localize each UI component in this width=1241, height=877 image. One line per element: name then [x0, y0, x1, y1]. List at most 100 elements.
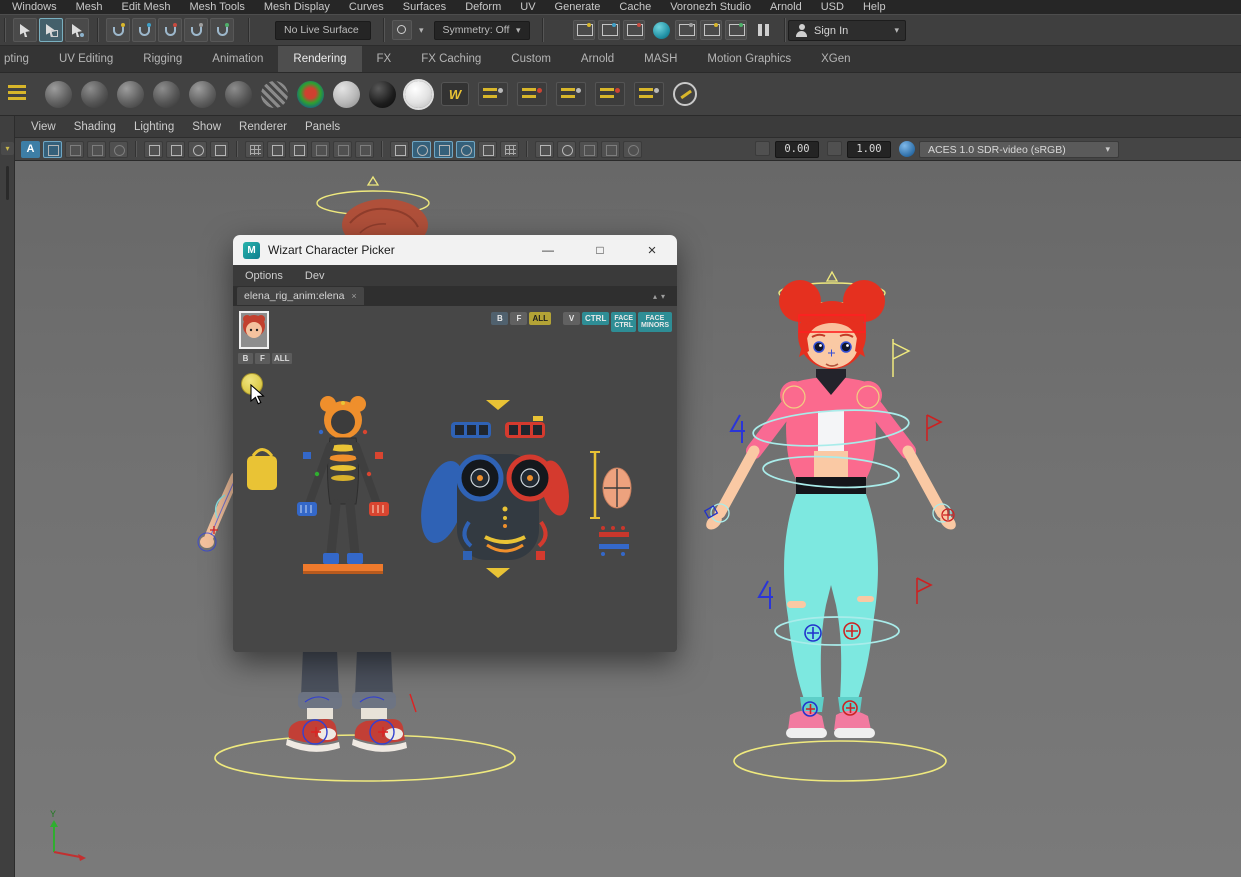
hypershade-icon[interactable] [700, 20, 722, 40]
menubar-item-curves[interactable]: Curves [349, 1, 384, 13]
film-gate-icon[interactable] [267, 141, 286, 158]
field-chart-icon[interactable] [333, 141, 352, 158]
picker-menu-dev[interactable]: Dev [305, 270, 325, 282]
construction-history-icon[interactable] [392, 20, 412, 40]
picker-titlebar[interactable]: M Wizart Character Picker — □ × [233, 235, 677, 265]
menubar-item-uv[interactable]: UV [520, 1, 535, 13]
left-scrollbar[interactable] [6, 166, 9, 200]
light-editor-icon[interactable] [725, 20, 747, 40]
menubar-item-mesh-display[interactable]: Mesh Display [264, 1, 330, 13]
collapse-arrow-icon[interactable]: ▾ [1, 142, 14, 155]
hatch-shader-sphere-icon[interactable] [261, 81, 288, 108]
render-settings-icon[interactable] [675, 20, 697, 40]
gate-mask-icon[interactable] [311, 141, 330, 158]
light-gray-sphere-icon[interactable] [333, 81, 360, 108]
menuset-tab-rendering[interactable]: Rendering [278, 46, 361, 72]
select-camera-icon[interactable] [65, 141, 84, 158]
isolate-select-icon[interactable] [535, 141, 554, 158]
lips-picker[interactable] [590, 452, 631, 556]
colorspace-dropdown-icon[interactable]: ▾ [1105, 144, 1110, 155]
snap-to-grid-icon[interactable] [106, 18, 130, 42]
menubar-item-mesh[interactable]: Mesh [76, 1, 103, 13]
use-all-lights-icon[interactable] [456, 141, 475, 158]
panel-menu-shading[interactable]: Shading [74, 121, 116, 133]
snap-to-plane-icon[interactable] [184, 18, 208, 42]
sign-in-dropdown-icon[interactable]: ▾ [894, 25, 899, 36]
tab-scroll-icons[interactable]: ▴▾ [653, 292, 669, 301]
material-sphere-icon[interactable] [189, 81, 216, 108]
menuset-tab-mash[interactable]: MASH [629, 46, 692, 72]
toon-outline-sphere-icon[interactable] [405, 81, 432, 108]
black-sphere-icon[interactable] [369, 81, 396, 108]
pencil-edit-icon[interactable] [210, 141, 229, 158]
wizart-character-picker-window[interactable]: M Wizart Character Picker — □ × Options … [233, 235, 677, 652]
menubar-item-generate[interactable]: Generate [555, 1, 601, 13]
snap-to-point-icon[interactable] [158, 18, 182, 42]
gamma-icon[interactable] [827, 141, 842, 156]
symmetry-field[interactable]: Symmetry: Off ▾ [434, 21, 530, 40]
menubar-item-cache[interactable]: Cache [619, 1, 651, 13]
menubar-item-windows[interactable]: Windows [12, 1, 57, 13]
picker-tab-elena[interactable]: elena_rig_anim:elena × [237, 287, 364, 305]
menuset-tab-uv-editing[interactable]: UV Editing [44, 46, 128, 72]
color-management-icon[interactable] [899, 141, 915, 157]
menuset-tab-fx[interactable]: FX [362, 46, 407, 72]
buffer-curve-icon[interactable] [634, 82, 664, 106]
grease-pencil-icon[interactable] [188, 141, 207, 158]
snap-to-curve-icon[interactable] [132, 18, 156, 42]
wireframe-mode-icon[interactable] [390, 141, 409, 158]
snap-to-surface-icon[interactable] [210, 18, 234, 42]
body-picker[interactable] [247, 396, 389, 574]
scroll-down-icon[interactable]: ▾ [661, 292, 669, 301]
tab-close-icon[interactable]: × [351, 291, 356, 301]
menubar-item-usd[interactable]: USD [821, 1, 844, 13]
set-breakdown-key-icon[interactable] [517, 82, 547, 106]
character-left-legs[interactable] [205, 650, 525, 785]
pause-viewport-icon[interactable] [756, 22, 772, 38]
gamma-field[interactable]: 1.00 [847, 141, 891, 158]
menubar-item-edit-mesh[interactable]: Edit Mesh [122, 1, 171, 13]
scroll-up-icon[interactable]: ▴ [653, 292, 661, 301]
material-sphere-icon[interactable] [117, 81, 144, 108]
render-sequence-icon[interactable] [623, 20, 645, 40]
rgb-shader-sphere-icon[interactable] [297, 81, 324, 108]
minimize-button[interactable]: — [533, 235, 563, 265]
menubar-item-surfaces[interactable]: Surfaces [403, 1, 446, 13]
sign-in-control[interactable]: Sign In ▾ [788, 20, 906, 41]
character-elena-rigged[interactable] [680, 265, 980, 785]
safe-action-icon[interactable] [355, 141, 374, 158]
select-object-icon[interactable] [39, 18, 63, 42]
exposure-icon[interactable] [755, 141, 770, 156]
picker-controls-art[interactable] [233, 306, 677, 652]
2d-pan-zoom-icon[interactable] [166, 141, 185, 158]
render-current-frame-icon[interactable] [573, 20, 595, 40]
menubar-item-deform[interactable]: Deform [465, 1, 501, 13]
panel-menu-view[interactable]: View [31, 121, 56, 133]
set-key-icon[interactable] [478, 82, 508, 106]
face-picker[interactable] [413, 400, 573, 578]
material-sphere-icon[interactable] [153, 81, 180, 108]
exposure-field[interactable]: 0.00 [775, 141, 819, 158]
menuset-tab-custom[interactable]: Custom [496, 46, 566, 72]
material-sphere-icon[interactable] [81, 81, 108, 108]
set-blendshape-key-icon[interactable] [595, 82, 625, 106]
bookmark-icon[interactable] [144, 141, 163, 158]
ipr-render-icon[interactable] [598, 20, 620, 40]
live-surface-field[interactable]: No Live Surface [275, 21, 371, 40]
lock-camera-icon[interactable] [87, 141, 106, 158]
colorspace-dropdown[interactable]: ACES 1.0 SDR-video (sRGB) ▾ [919, 141, 1119, 158]
panel-menu-show[interactable]: Show [192, 121, 221, 133]
picker-menu-options[interactable]: Options [245, 270, 283, 282]
menuset-tab-fx-caching[interactable]: FX Caching [406, 46, 496, 72]
select-hierarchy-icon[interactable] [13, 18, 37, 42]
shaded-mode-icon[interactable] [412, 141, 431, 158]
xray-icon[interactable] [557, 141, 576, 158]
motion-blur-icon[interactable] [579, 141, 598, 158]
grease-pencil-shelf-icon[interactable] [673, 82, 697, 106]
shadows-icon[interactable] [478, 141, 497, 158]
panel-menu-panels[interactable]: Panels [305, 121, 340, 133]
menubar-item-arnold[interactable]: Arnold [770, 1, 802, 13]
wizart-shelf-icon[interactable]: W [441, 82, 469, 106]
menuset-tab-rigging[interactable]: Rigging [128, 46, 197, 72]
maximize-button[interactable]: □ [585, 235, 615, 265]
